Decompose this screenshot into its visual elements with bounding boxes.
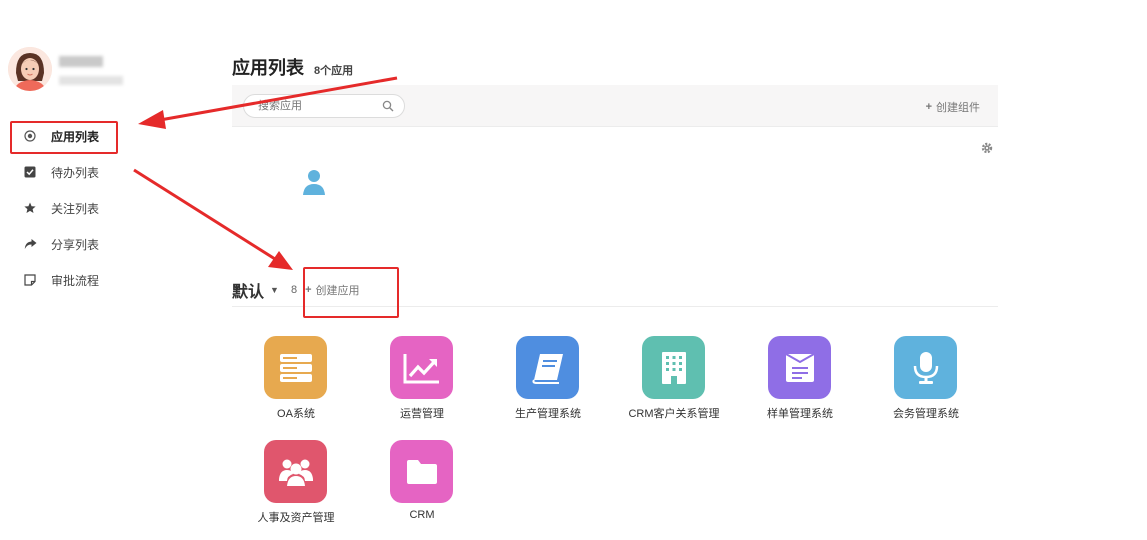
app-tile bbox=[768, 336, 831, 399]
app-tile bbox=[264, 440, 327, 503]
create-widget-button[interactable]: + 创建组件 bbox=[926, 99, 980, 115]
featured-app-label: 深圳工商局 bbox=[284, 217, 345, 231]
app-label: OA系统 bbox=[277, 408, 315, 420]
star-icon bbox=[23, 201, 37, 215]
app-label: 样单管理系统 bbox=[767, 408, 833, 420]
plus-icon: + bbox=[305, 284, 312, 296]
book-icon bbox=[531, 353, 563, 384]
app-tile bbox=[390, 440, 453, 503]
avatar[interactable] bbox=[8, 47, 52, 91]
user-info-redacted bbox=[59, 76, 123, 85]
building-icon bbox=[661, 351, 686, 384]
toolbar: + 创建组件 bbox=[232, 85, 998, 127]
sidebar-item-todo-list[interactable]: 待办列表 bbox=[0, 154, 130, 190]
microphone-icon bbox=[913, 351, 938, 384]
sidebar-item-label: 应用列表 bbox=[51, 129, 100, 144]
contact-book-icon bbox=[296, 160, 335, 204]
divider bbox=[232, 306, 998, 307]
app-tile bbox=[264, 336, 327, 399]
sidebar-item-approval-flow[interactable]: 审批流程 bbox=[0, 262, 130, 298]
app-conference-management[interactable]: 会务管理系统 bbox=[866, 336, 986, 426]
target-icon bbox=[23, 129, 37, 143]
app-tile bbox=[516, 336, 579, 399]
create-widget-label: 创建组件 bbox=[936, 102, 980, 114]
page-title: 应用列表 bbox=[232, 58, 304, 78]
group-count: 8 bbox=[290, 284, 298, 296]
featured-app-shenzhen-tax[interactable]: 深圳税务局 bbox=[499, 146, 610, 245]
search-icon[interactable] bbox=[382, 100, 394, 112]
group-header: 默认 ▼ 8 + 创建应用 bbox=[232, 278, 360, 302]
app-label: 生产管理系统 bbox=[515, 408, 581, 420]
featured-app-label: 深圳税务局 bbox=[524, 217, 585, 231]
anchor-icon bbox=[414, 159, 455, 207]
featured-app-label: 织信官网 bbox=[410, 217, 459, 231]
user-name-redacted bbox=[59, 56, 103, 67]
featured-app-zhixin-site[interactable]: 织信官网 bbox=[379, 146, 490, 245]
app-oa-system[interactable]: OA系统 bbox=[236, 336, 356, 426]
featured-app-shenzhen-aic[interactable]: 深圳工商局 bbox=[259, 146, 370, 245]
group-name[interactable]: 默认 bbox=[232, 278, 264, 302]
caret-down-icon[interactable]: ▼ bbox=[270, 285, 279, 295]
app-crm[interactable]: CRM bbox=[362, 440, 482, 530]
folder-icon bbox=[406, 459, 437, 484]
sidebar-item-app-list[interactable]: 应用列表 bbox=[0, 118, 130, 154]
app-operations-management[interactable]: 运营管理 bbox=[362, 336, 482, 426]
create-app-button[interactable]: + 创建应用 bbox=[305, 282, 359, 298]
app-hr-asset-management[interactable]: 人事及资产管理 bbox=[236, 440, 356, 530]
sidebar-item-share-list[interactable]: 分享列表 bbox=[0, 226, 130, 262]
app-sample-order-management[interactable]: 样单管理系统 bbox=[740, 336, 860, 426]
sidebar-item-follow-list[interactable]: 关注列表 bbox=[0, 190, 130, 226]
app-label: 运营管理 bbox=[400, 408, 444, 420]
plus-icon: + bbox=[925, 101, 932, 113]
share-arrow-icon bbox=[23, 237, 37, 251]
sidebar-item-label: 待办列表 bbox=[51, 165, 100, 180]
people-icon bbox=[278, 459, 313, 486]
app-tile bbox=[390, 336, 453, 399]
app-count: 8个应用 bbox=[314, 65, 354, 77]
app-crm-management[interactable]: CRM客户关系管理 bbox=[614, 336, 734, 426]
note-icon bbox=[23, 273, 37, 287]
main-content: 应用列表 8个应用 + 创建组件 深圳工商局 bbox=[232, 0, 998, 540]
search-input[interactable] bbox=[244, 95, 364, 117]
gear-icon[interactable] bbox=[980, 141, 994, 155]
app-label: 人事及资产管理 bbox=[257, 512, 335, 524]
document-list-icon bbox=[785, 352, 814, 382]
sidebar-item-label: 关注列表 bbox=[51, 201, 100, 216]
title-row: 应用列表 8个应用 bbox=[232, 54, 353, 80]
sidebar: 应用列表 待办列表 关注列表 分享列表 审批流程 bbox=[0, 0, 130, 540]
trend-chart-icon bbox=[403, 353, 439, 383]
app-label: 会务管理系统 bbox=[893, 408, 959, 420]
sidebar-nav: 应用列表 待办列表 关注列表 分享列表 审批流程 bbox=[0, 118, 130, 298]
app-label: CRM bbox=[409, 509, 435, 521]
sidebar-item-label: 分享列表 bbox=[51, 237, 100, 252]
app-tile bbox=[894, 336, 957, 399]
search-box[interactable] bbox=[243, 94, 405, 118]
app-label: CRM客户关系管理 bbox=[628, 408, 720, 420]
app-production-management[interactable]: 生产管理系统 bbox=[488, 336, 608, 426]
app-tile bbox=[642, 336, 705, 399]
binoculars-icon bbox=[528, 160, 581, 208]
create-app-label: 创建应用 bbox=[315, 285, 360, 297]
checkbox-icon bbox=[23, 165, 37, 179]
annotation-arrowhead bbox=[138, 110, 166, 129]
server-icon bbox=[279, 353, 312, 382]
sidebar-item-label: 审批流程 bbox=[51, 273, 100, 288]
